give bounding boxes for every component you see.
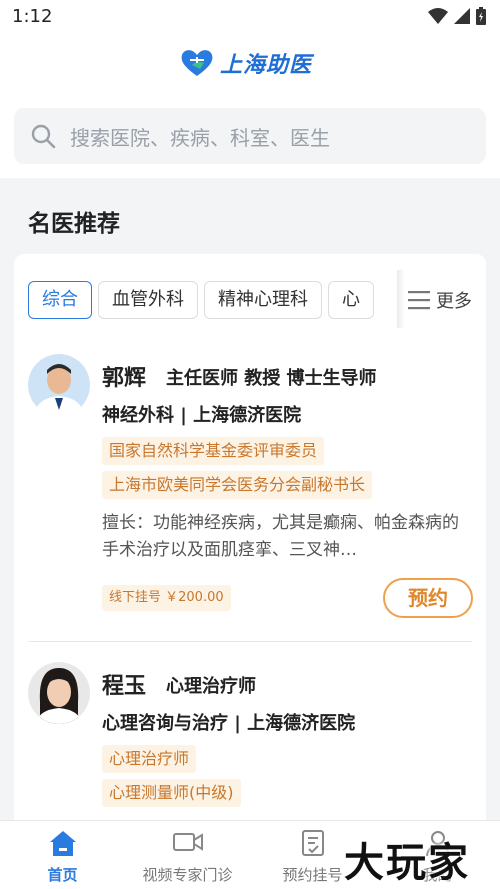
menu-icon — [408, 291, 430, 310]
watermark: 大玩家 — [344, 840, 470, 886]
signal-icon — [454, 8, 470, 24]
nav-label: 首页 — [47, 866, 78, 884]
doctor-card: 综合 血管外科 精神心理科心 更多 郭辉 主任医师 教授 博士生导师 神经外科 | … — [14, 254, 486, 834]
header: 上海助医 搜索医院、疾病、科室、医生 — [0, 34, 500, 178]
doctor-avatar — [28, 354, 90, 416]
category-tabs: 综合 血管外科 精神心理科心 — [28, 281, 408, 321]
tab-psychiatry[interactable]: 精神心理科 — [204, 281, 322, 319]
tab-heart[interactable]: 心 — [328, 281, 374, 319]
search-placeholder: 搜索医院、疾病、科室、医生 — [70, 126, 330, 150]
section-title: 名医推荐 — [28, 211, 120, 237]
wifi-icon — [428, 8, 448, 24]
fee-badge: 线下挂号 ￥200.00 — [102, 585, 231, 611]
tabs-fade — [397, 270, 405, 328]
doctor-avatar — [28, 662, 90, 724]
divider — [28, 641, 472, 642]
app-logo: 上海助医 — [180, 47, 312, 79]
search-icon — [31, 124, 56, 149]
doctor-tag: 心理测量师(中级) — [102, 779, 241, 807]
doctor-item[interactable]: 郭辉 主任医师 教授 博士生导师 神经外科 | 上海德济医院 国家自然科学基金委… — [14, 354, 486, 644]
battery-icon — [476, 7, 486, 25]
tab-vascular-surgery[interactable]: 血管外科 — [98, 281, 198, 319]
app-name: 上海助医 — [220, 53, 313, 78]
doctor-specialty: 擅长：功能神经疾病，尤其是癫痫、帕金森病的手术治疗以及面肌痉挛、三叉神… — [102, 513, 459, 560]
doctor-name: 程玉 — [102, 674, 147, 699]
register-icon — [301, 830, 324, 856]
doctor-department: 心理咨询与治疗 | 上海德济医院 — [102, 713, 356, 734]
status-bar: 1:12 — [0, 0, 500, 34]
doctor-tag: 上海市欧美同学会医务分会副秘书长 — [102, 471, 373, 499]
doctor-department: 神经外科 | 上海德济医院 — [102, 405, 302, 426]
nav-video-clinic[interactable]: 视频专家门诊 — [125, 829, 250, 885]
status-time: 1:12 — [12, 6, 53, 27]
doctor-title: 心理治疗师 — [166, 676, 256, 697]
doctor-name: 郭辉 — [102, 366, 147, 391]
nav-home[interactable]: 首页 — [0, 829, 125, 885]
heart-hands-icon — [181, 50, 213, 76]
more-label: 更多 — [436, 291, 472, 312]
video-icon — [172, 833, 203, 851]
book-button[interactable]: 预约 — [383, 578, 473, 618]
more-button[interactable]: 更多 — [408, 287, 472, 313]
nav-label: 视频专家门诊 — [142, 866, 233, 884]
doctor-tag: 国家自然科学基金委评审委员 — [102, 437, 325, 465]
tab-comprehensive[interactable]: 综合 — [28, 281, 92, 319]
home-icon — [49, 831, 76, 856]
doctor-title: 主任医师 教授 博士生导师 — [166, 368, 377, 389]
doctor-tag: 心理治疗师 — [102, 745, 197, 773]
search-input[interactable]: 搜索医院、疾病、科室、医生 — [14, 108, 486, 164]
status-icons — [428, 7, 486, 25]
doctor-item[interactable]: 程玉 心理治疗师 心理咨询与治疗 | 上海德济医院 心理治疗师 心理测量师(中级… — [14, 662, 486, 834]
